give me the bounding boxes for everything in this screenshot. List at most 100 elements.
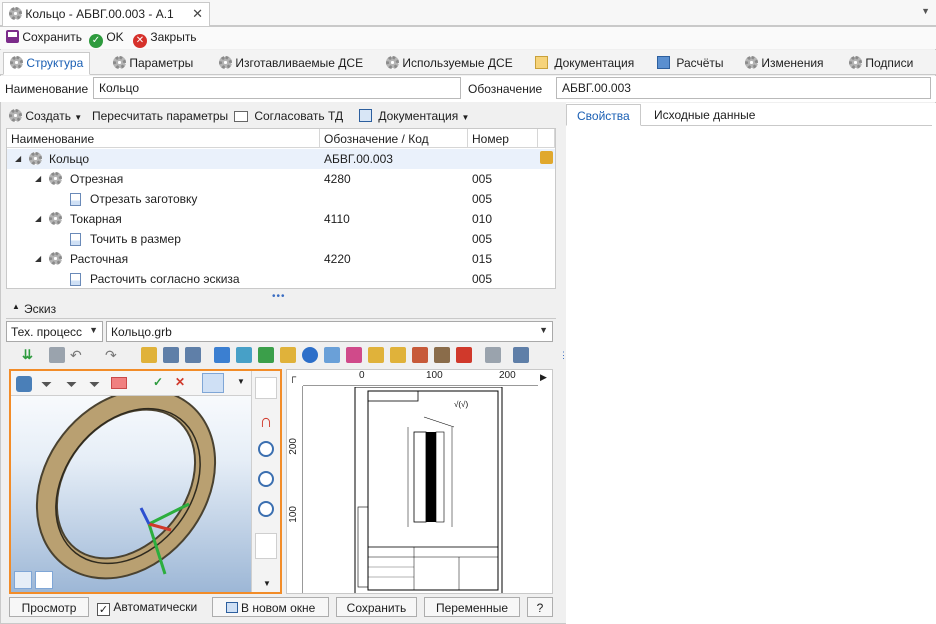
tab-changes[interactable]: Изменения (745, 52, 824, 75)
split-vertical-icon[interactable] (14, 571, 32, 589)
print-icon[interactable] (49, 347, 65, 363)
view-icon[interactable] (280, 347, 296, 363)
axis-icon[interactable] (412, 347, 428, 363)
tab-source-data[interactable]: Исходные данные (644, 104, 765, 126)
redo-icon[interactable]: ↷ (105, 347, 121, 363)
sketch-title: Эскиз (24, 302, 57, 316)
table-row[interactable]: ◢ Токарная 4110 010 (7, 209, 555, 229)
preview-button[interactable]: Просмотр (9, 597, 89, 617)
undo-icon[interactable]: ↶ (70, 347, 86, 363)
designation-field[interactable]: АБВГ.00.003 (556, 77, 931, 99)
tab-label: Структура (26, 56, 84, 70)
tab-used-parts[interactable]: Используемые ДСЕ (386, 52, 513, 75)
close-icon[interactable]: ✕ (192, 6, 203, 22)
link-icon[interactable] (485, 347, 501, 363)
zoom-in-icon[interactable] (258, 441, 274, 457)
collapse-icon[interactable]: ◢ (35, 174, 41, 183)
table-row[interactable]: Расточить согласно эскиза 005 (7, 269, 555, 288)
clear-filter-icon[interactable]: ✕ (175, 375, 185, 389)
collapse-icon[interactable]: ◢ (15, 154, 21, 163)
view-icon[interactable] (258, 347, 274, 363)
tab-structure[interactable]: Структура (3, 52, 91, 75)
collapse-icon[interactable]: ◢ (35, 214, 41, 223)
ok-button[interactable]: ✓ OK (89, 30, 124, 48)
view-icon[interactable] (214, 347, 230, 363)
tab-signatures[interactable]: Подписи (849, 52, 913, 75)
table-row[interactable]: Точить в размер 005 (7, 229, 555, 249)
check-filter-icon[interactable]: ✓ (153, 375, 163, 389)
text-icon[interactable] (368, 347, 384, 363)
tab-label: Подписи (865, 56, 914, 70)
chevron-down-icon[interactable]: ▼ (921, 6, 930, 16)
document-tab[interactable]: Кольцо - АБВГ.00.003 - А.1 ✕ (2, 2, 210, 26)
window-icon (225, 602, 238, 613)
view-layout-icon[interactable] (255, 377, 277, 399)
dimension-icon[interactable] (163, 347, 179, 363)
magnet-icon[interactable]: ∩ (255, 411, 277, 433)
column-header-number[interactable]: Номер (468, 129, 538, 148)
create-button[interactable]: Создать ▼ (9, 109, 82, 123)
filter-icon[interactable]: ⏷ (41, 376, 52, 393)
dimension-icon[interactable] (141, 347, 157, 363)
sketch-header[interactable]: ▲ Эскиз (6, 299, 556, 319)
process-select[interactable]: Тех. процесс ▼ (6, 321, 103, 342)
approve-td-button[interactable]: Согласовать ТД (234, 109, 343, 123)
layer-icon[interactable] (456, 347, 472, 363)
documentation-menu-button[interactable]: Документация ▼ (359, 109, 469, 123)
view-icon[interactable] (236, 347, 252, 363)
name-field[interactable]: Кольцо (93, 77, 461, 99)
measure-icon[interactable] (255, 533, 277, 559)
edit-icon[interactable] (346, 347, 362, 363)
close-button[interactable]: ✕ Закрыть (133, 30, 197, 48)
help-button[interactable]: ? (527, 597, 553, 617)
hatch-icon[interactable] (434, 347, 450, 363)
filter-icon[interactable]: ⏷ (66, 376, 77, 393)
tab-parameters[interactable]: Параметры (113, 52, 193, 75)
column-header-name[interactable]: Наименование (7, 129, 320, 148)
zoom-fit-icon[interactable] (258, 471, 274, 487)
gear-icon (10, 56, 23, 69)
table-icon[interactable] (390, 347, 406, 363)
properties-tab-bar: Свойства Исходные данные (566, 104, 932, 126)
zoom-out-icon[interactable] (258, 501, 274, 517)
variables-button[interactable]: Переменные (424, 597, 520, 617)
filter-icon[interactable]: ⏷ (89, 376, 100, 393)
gear-icon (9, 7, 22, 20)
calculator-icon[interactable] (513, 347, 529, 363)
ring-model (35, 396, 217, 580)
save-button[interactable]: Сохранить (6, 30, 82, 44)
expand-icon[interactable]: ⇊ (22, 347, 38, 363)
drawing-view[interactable]: ┌ 0 100 200 ▶ 200 100 √(√) (286, 369, 553, 594)
tab-properties[interactable]: Свойства (566, 104, 641, 126)
tab-manufactured-parts[interactable]: Изготавливаемые ДСЕ (219, 52, 363, 75)
table-row[interactable]: ◢ Расточная 4220 015 (7, 249, 555, 269)
layout-icon[interactable] (202, 373, 224, 393)
column-header-code[interactable]: Обозначение / Код (320, 129, 468, 148)
collapse-icon[interactable]: ◢ (35, 254, 41, 263)
ruler-label: 0 (359, 370, 365, 381)
save-sketch-button[interactable]: Сохранить (336, 597, 417, 617)
table-row[interactable]: ◢ Кольцо АБВГ.00.003 (7, 149, 555, 169)
tab-documentation[interactable]: Документация (535, 52, 634, 75)
new-window-button[interactable]: В новом окне (212, 597, 329, 617)
table-row[interactable]: ◢ Отрезная 4280 005 (7, 169, 555, 189)
auto-checkbox[interactable]: ✓ Автоматически (97, 597, 206, 617)
recalc-button[interactable]: Пересчитать параметры (92, 109, 228, 123)
dimension-icon[interactable] (185, 347, 201, 363)
row-number: 015 (472, 252, 493, 266)
table-row[interactable]: Отрезать заготовку 005 (7, 189, 555, 209)
color-filter-icon[interactable] (111, 377, 127, 389)
chevron-down-icon[interactable]: ▼ (237, 377, 245, 386)
3d-view[interactable]: ⏷ ⏷ ⏷ ✓ ✕ ▼ ∩ ▼ (9, 369, 282, 594)
tab-calculations[interactable]: Расчёты (657, 52, 724, 75)
file-select[interactable]: Кольцо.grb ▼ (106, 321, 553, 342)
split-horizontal-icon[interactable] (35, 571, 53, 589)
tab-label: Используемые ДСЕ (402, 56, 513, 70)
model-tree-icon[interactable] (16, 376, 32, 392)
scroll-right-icon[interactable]: ▶ (540, 372, 547, 383)
line-icon[interactable] (324, 347, 340, 363)
scroll-down-icon[interactable]: ▼ (263, 579, 271, 588)
designation-label: Обозначение (468, 82, 543, 96)
point-icon[interactable] (302, 347, 318, 363)
calculator-icon (657, 56, 670, 69)
